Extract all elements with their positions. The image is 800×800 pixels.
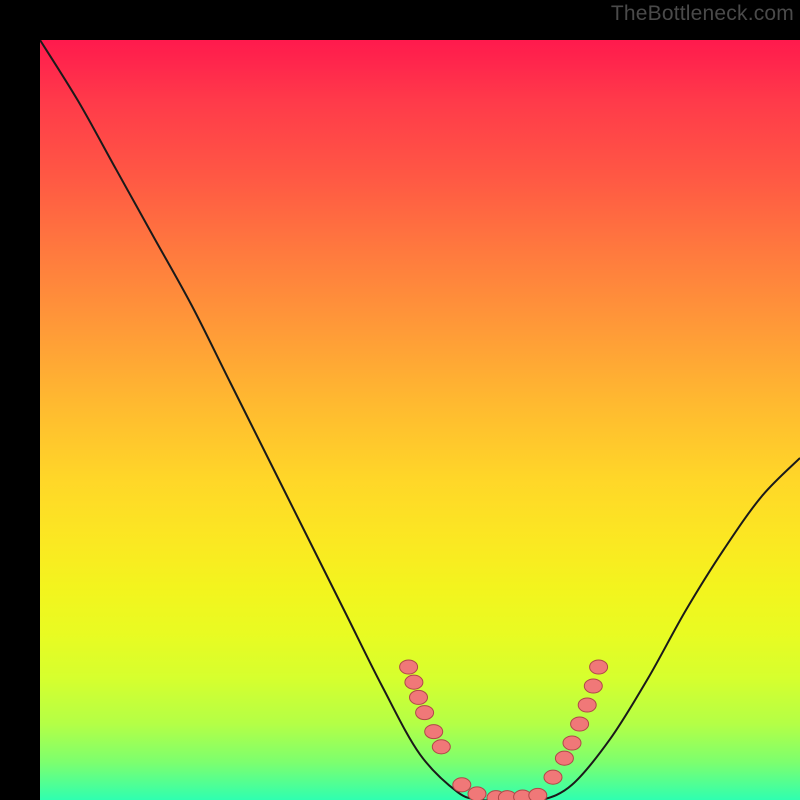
data-marker — [453, 778, 471, 792]
data-marker — [416, 706, 434, 720]
data-marker — [544, 770, 562, 784]
data-marker — [425, 725, 443, 739]
data-marker — [400, 660, 418, 674]
data-marker — [432, 740, 450, 754]
data-marker — [405, 675, 423, 689]
data-marker — [529, 788, 547, 800]
data-marker — [590, 660, 608, 674]
data-marker — [468, 787, 486, 800]
data-marker — [555, 751, 573, 765]
data-marker — [571, 717, 589, 731]
data-marker — [578, 698, 596, 712]
data-marker — [563, 736, 581, 750]
plot-area — [40, 40, 800, 800]
data-marker — [584, 679, 602, 693]
marker-group — [400, 660, 608, 800]
chart-svg — [40, 40, 800, 800]
chart-frame — [20, 20, 780, 780]
watermark-text: TheBottleneck.com — [611, 2, 794, 26]
data-marker — [410, 690, 428, 704]
